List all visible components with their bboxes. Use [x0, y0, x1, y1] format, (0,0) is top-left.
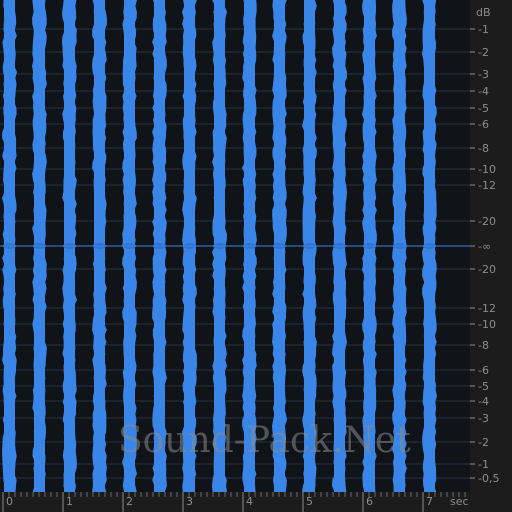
- db-tick-label: -20: [478, 263, 496, 276]
- db-unit-label: dB: [476, 6, 491, 19]
- db-tick-label: -8: [478, 142, 489, 155]
- db-tick-label: -0,5: [478, 472, 499, 485]
- db-tick-label: -5: [478, 102, 489, 115]
- db-tick-label: -1: [478, 23, 489, 36]
- db-tick-label: -10: [478, 163, 496, 176]
- db-tick-label: -2: [478, 436, 489, 449]
- db-tick-label: -3: [478, 412, 489, 425]
- db-tick-label: -12: [478, 302, 496, 315]
- db-tick-label: -3: [478, 68, 489, 81]
- db-tick-label: -2: [478, 46, 489, 59]
- db-tick-label: -4: [478, 85, 489, 98]
- db-tick-label: -6: [478, 118, 489, 131]
- db-tick-label: -∞: [478, 240, 491, 253]
- db-tick-label: -20: [478, 215, 496, 228]
- db-tick-label: -10: [478, 318, 496, 331]
- db-tick-label: -6: [478, 364, 489, 377]
- db-tick-label: -5: [478, 380, 489, 393]
- db-tick-label: -1: [478, 458, 489, 471]
- db-tick-label: -4: [478, 395, 489, 408]
- db-tick-label: -8: [478, 339, 489, 352]
- watermark-text: Sound-Pack.Net: [118, 420, 411, 461]
- waveform-editor: dB -1 -2 -3 -4 -5 -6 -8 -10 -12 -20 -∞ -20 -12 -10 -8 -…: [0, 0, 512, 512]
- db-tick-label: -12: [478, 179, 496, 192]
